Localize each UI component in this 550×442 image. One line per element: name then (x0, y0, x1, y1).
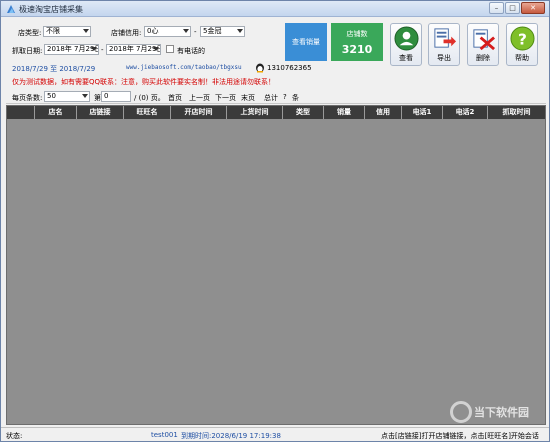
notice-text: 仅为测试数据，如有需要QQ联系：注意，购买此软件要实名制！非法用途请勿联系！ (12, 78, 276, 86)
grid-header: 店名 店链接 旺旺名 开店时间 上货时间 类型 销量 信用 电话1 电话2 抓取… (7, 106, 545, 119)
status-expire: 到期时间:2028/6/19 17:19:38 (181, 432, 281, 440)
col-header-type[interactable]: 类型 (283, 106, 324, 119)
delete-button-label: 删除 (476, 54, 490, 62)
page-input[interactable]: 0 (101, 91, 131, 102)
credit-from-value: 0心 (147, 27, 159, 35)
last-page-link[interactable]: 末页 (241, 93, 255, 103)
export-button-label: 导出 (437, 54, 451, 62)
page-value: 0 (104, 92, 109, 100)
date-to-picker[interactable]: 2018年 7月29日 (106, 44, 161, 55)
delete-button[interactable]: 删除 (467, 23, 499, 66)
shop-type-select[interactable]: 不限 (43, 26, 91, 37)
credit-to-select[interactable]: 5金冠 (200, 26, 245, 37)
app-logo-icon (7, 5, 15, 13)
credit-to-value: 5金冠 (203, 27, 222, 35)
view-button[interactable]: 查看 (390, 23, 422, 66)
minimize-button[interactable]: – (489, 2, 504, 14)
qq-penguin-icon (256, 63, 264, 73)
per-page-label: 每页条数: (12, 94, 43, 102)
export-icon (434, 28, 457, 48)
per-page-value: 50 (47, 92, 56, 100)
col-header-shop-link[interactable]: 店链接 (77, 106, 124, 119)
view-button-label: 查看 (399, 54, 413, 62)
date-from-picker[interactable]: 2018年 7月29日 (44, 44, 99, 55)
date-label: 抓取日期: (12, 47, 43, 55)
qq-number: 1310762365 (267, 64, 312, 72)
chevron-down-icon (183, 29, 189, 33)
date-range-text: 2018/7/29 至 2018/7/29 (12, 65, 96, 73)
view-sales-label: 查看销量 (292, 38, 320, 46)
chevron-down-icon (153, 47, 159, 51)
shop-count-tile: 店铺数 3210 (331, 23, 383, 61)
maximize-button[interactable]: □ (505, 2, 520, 14)
window-controls: – □ ✕ (489, 2, 545, 14)
page-total: / (0) 页。 (134, 94, 165, 102)
col-header-sales[interactable]: 销量 (324, 106, 365, 119)
help-icon: ? (510, 26, 535, 51)
chevron-down-icon (83, 29, 89, 33)
view-user-icon (394, 26, 419, 51)
shop-count-label: 店铺数 (346, 30, 368, 38)
shop-type-value: 不限 (46, 27, 60, 35)
col-header-phone2[interactable]: 电话2 (443, 106, 488, 119)
help-button-label: 帮助 (515, 54, 529, 62)
row-header-corner (7, 106, 35, 119)
pager: 每页条数: 50 第 0 / (0) 页。 首页 上一页 下一页 末页 总计 ?… (6, 91, 546, 103)
chevron-down-icon (237, 29, 243, 33)
status-user: test001 (151, 431, 178, 439)
main-window: 极速淘宝店铺采集 – □ ✕ 店类型: 不限 店铺信用: 0心 - 5金冠 抓取… (0, 0, 550, 442)
col-header-fetch-time[interactable]: 抓取时间 (488, 106, 545, 119)
credit-separator: - (194, 28, 197, 36)
credit-from-select[interactable]: 0心 (144, 26, 191, 37)
has-phone-checkbox[interactable] (166, 45, 174, 53)
first-page-link[interactable]: 首页 (168, 93, 182, 103)
col-header-open-time[interactable]: 开店时间 (171, 106, 227, 119)
svg-text:?: ? (518, 30, 527, 48)
watermark-text: 当下软件园 (474, 406, 529, 419)
col-header-phone1[interactable]: 电话1 (402, 106, 443, 119)
page-prefix: 第 (94, 94, 101, 102)
shop-type-label: 店类型: (18, 29, 42, 37)
status-bar: 状态: test001 到期时间:2028/6/19 17:19:38 点击[店… (1, 427, 549, 441)
col-header-list-time[interactable]: 上货时间 (227, 106, 283, 119)
per-page-select[interactable]: 50 (44, 91, 90, 102)
shop-count-value: 3210 (341, 43, 373, 56)
chevron-down-icon (82, 94, 88, 98)
chevron-down-icon (91, 47, 97, 51)
status-label: 状态: (6, 432, 23, 440)
has-phone-label: 有电话的 (177, 47, 205, 55)
window-title: 极速淘宝店铺采集 (19, 5, 83, 14)
help-button[interactable]: ? 帮助 (506, 23, 538, 66)
close-button[interactable]: ✕ (521, 2, 545, 14)
total-label: 总计 (264, 94, 278, 102)
total-unit: 条 (292, 94, 299, 102)
delete-icon (473, 29, 496, 51)
col-header-credit[interactable]: 信用 (365, 106, 402, 119)
total-value: ? (283, 93, 287, 101)
col-header-shop-name[interactable]: 店名 (35, 106, 77, 119)
next-page-link[interactable]: 下一页 (215, 93, 236, 103)
website-link[interactable]: www.jiebaosoft.com/taobao/tbgxsu (126, 64, 242, 71)
date-separator: - (101, 46, 104, 54)
col-header-wangwang[interactable]: 旺旺名 (124, 106, 171, 119)
status-hint: 点击[店链接]打开店铺链接，点击[旺旺名]开始会话 (381, 432, 539, 440)
pager-divider (6, 103, 546, 104)
export-button[interactable]: 导出 (428, 23, 460, 66)
view-sales-tile[interactable]: 查看销量 (285, 23, 327, 61)
prev-page-link[interactable]: 上一页 (189, 93, 210, 103)
data-grid[interactable]: 店名 店链接 旺旺名 开店时间 上货时间 类型 销量 信用 电话1 电话2 抓取… (6, 105, 546, 425)
credit-label: 店铺信用: (111, 29, 142, 37)
title-bar[interactable]: 极速淘宝店铺采集 – □ ✕ (1, 1, 549, 17)
watermark: 当下软件园 (446, 401, 546, 425)
watermark-logo-icon (450, 401, 472, 423)
